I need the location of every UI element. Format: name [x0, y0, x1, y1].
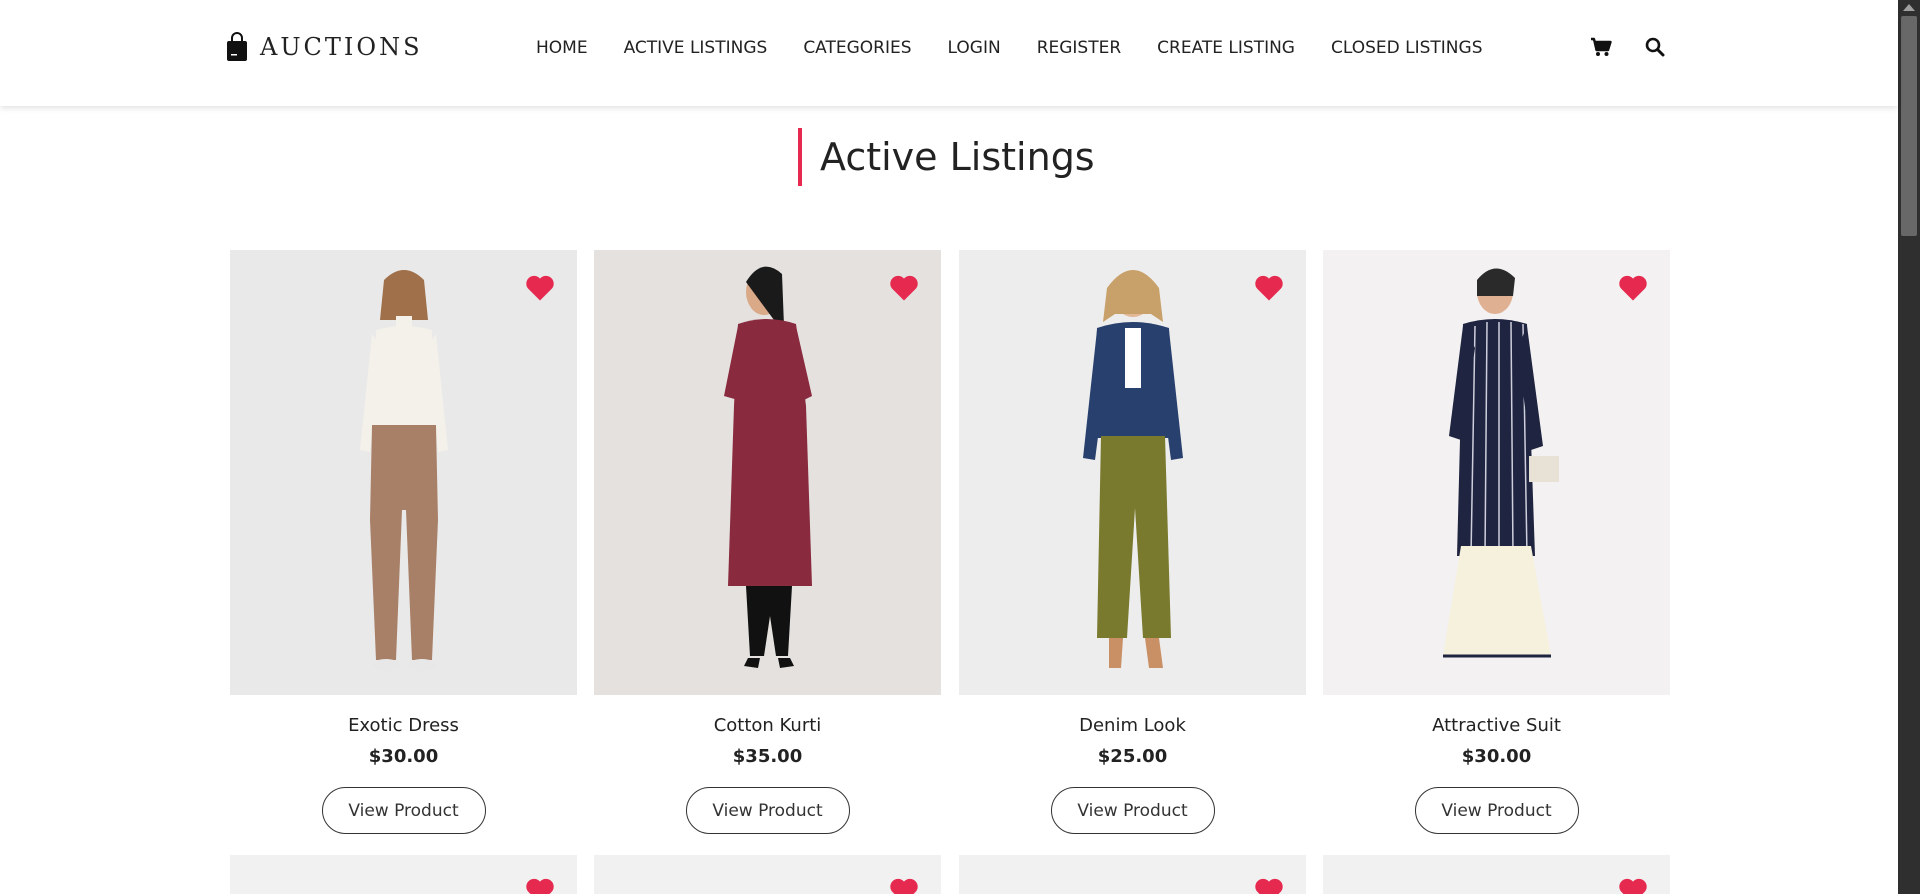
nav-create-listing[interactable]: CREATE LISTING [1157, 38, 1295, 58]
product-image[interactable] [230, 250, 577, 695]
product-card: Denim Look $25.00 View Product [959, 250, 1306, 834]
product-image[interactable] [594, 250, 941, 695]
heart-icon[interactable] [889, 877, 919, 894]
heart-icon[interactable] [1618, 274, 1648, 302]
view-product-button[interactable]: View Product [685, 787, 850, 834]
nav-categories[interactable]: CATEGORIES [803, 38, 911, 58]
product-name: Denim Look [1079, 715, 1186, 736]
logo-text: AUCTIONS [260, 33, 423, 61]
nav-login[interactable]: LOGIN [948, 38, 1001, 58]
heart-icon[interactable] [889, 274, 919, 302]
view-product-button[interactable]: View Product [1414, 787, 1579, 834]
product-card: Exotic Dress $30.00 View Product [230, 250, 577, 834]
product-card-partial[interactable] [594, 855, 941, 894]
nav-active-listings[interactable]: ACTIVE LISTINGS [624, 38, 768, 58]
product-card: Attractive Suit $30.00 View Product [1323, 250, 1670, 834]
product-card-partial[interactable] [1323, 855, 1670, 894]
heart-icon[interactable] [1254, 877, 1284, 894]
page-title-block: Active Listings [798, 128, 1095, 186]
view-product-button[interactable]: View Product [321, 787, 486, 834]
product-name: Attractive Suit [1432, 715, 1561, 736]
view-product-button[interactable]: View Product [1050, 787, 1215, 834]
heart-icon[interactable] [1254, 274, 1284, 302]
page-scrollbar[interactable] [1898, 0, 1920, 894]
page-title: Active Listings [820, 135, 1095, 179]
search-icon[interactable] [1644, 36, 1666, 58]
scroll-up-icon[interactable] [1903, 4, 1915, 11]
product-image[interactable] [1323, 250, 1670, 695]
product-card: Cotton Kurti $35.00 View Product [594, 250, 941, 834]
product-card-partial[interactable] [230, 855, 577, 894]
nav-closed-listings[interactable]: CLOSED LISTINGS [1331, 38, 1483, 58]
main-nav: HOME ACTIVE LISTINGS CATEGORIES LOGIN RE… [536, 38, 1518, 58]
site-logo[interactable]: AUCTIONS [226, 32, 423, 62]
heart-icon[interactable] [525, 877, 555, 894]
heart-icon[interactable] [1618, 877, 1648, 894]
nav-register[interactable]: REGISTER [1037, 38, 1121, 58]
product-price: $30.00 [368, 746, 439, 767]
site-header: AUCTIONS HOME ACTIVE LISTINGS CATEGORIES… [0, 0, 1898, 106]
product-price: $30.00 [1461, 746, 1532, 767]
product-name: Exotic Dress [348, 715, 459, 736]
product-image[interactable] [959, 250, 1306, 695]
cart-icon[interactable] [1590, 36, 1612, 58]
heart-icon[interactable] [525, 274, 555, 302]
shopping-bag-icon [227, 32, 247, 61]
scroll-thumb[interactable] [1901, 16, 1917, 236]
product-price: $35.00 [732, 746, 803, 767]
product-name: Cotton Kurti [713, 715, 822, 736]
title-accent-bar [798, 128, 802, 186]
product-card-partial[interactable] [959, 855, 1306, 894]
product-price: $25.00 [1097, 746, 1168, 767]
nav-home[interactable]: HOME [536, 38, 588, 58]
